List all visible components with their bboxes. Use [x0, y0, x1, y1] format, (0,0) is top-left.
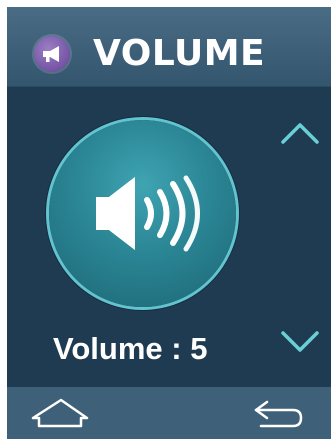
home-button[interactable] [29, 394, 89, 434]
navigation-bar [7, 387, 331, 439]
volume-up-button[interactable] [277, 118, 323, 148]
chevron-up-icon [281, 123, 319, 144]
home-icon [31, 398, 89, 428]
speaker-volume-icon [49, 120, 236, 307]
volume-screen: VOLUME Volume: 5 [0, 0, 331, 439]
header-bar: VOLUME [7, 7, 331, 87]
main-panel: Volume : 5 [7, 87, 331, 387]
chevron-down-icon [281, 331, 319, 352]
back-arrow-icon [254, 400, 303, 428]
page-title: VOLUME [93, 33, 266, 74]
volume-level-label: Volume : 5 [53, 331, 208, 366]
megaphone-icon [34, 36, 70, 72]
back-button[interactable] [247, 394, 307, 434]
volume-down-button[interactable] [277, 327, 323, 357]
